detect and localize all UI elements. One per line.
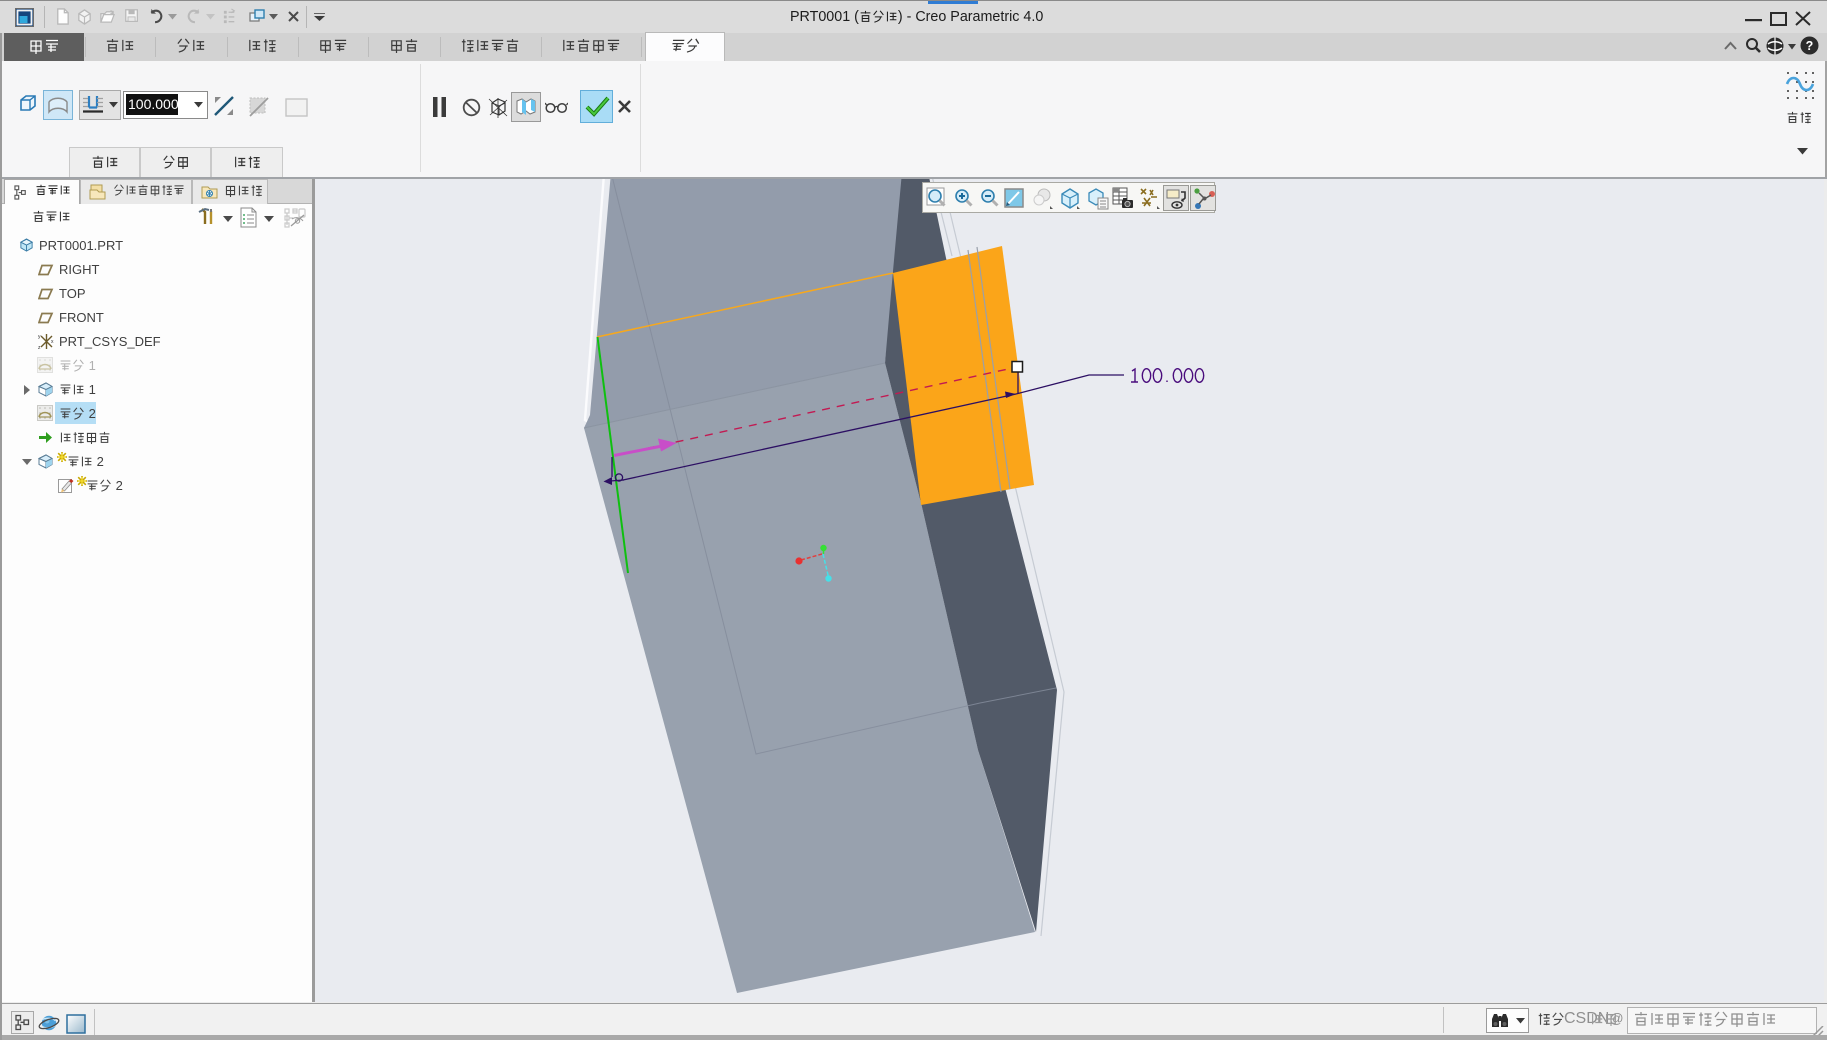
- svg-text:?: ?: [1806, 39, 1814, 53]
- svg-text:z: z: [38, 345, 41, 350]
- svg-text:y: y: [38, 334, 41, 340]
- svg-text:x: x: [51, 339, 54, 345]
